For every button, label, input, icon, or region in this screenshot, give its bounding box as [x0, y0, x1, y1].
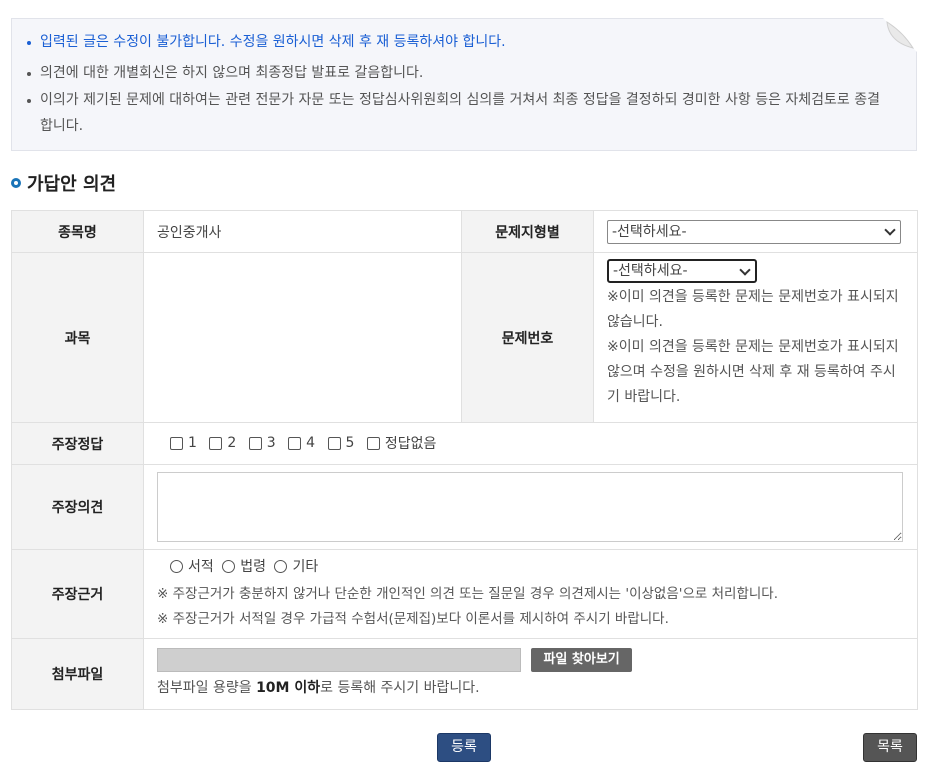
radio-button[interactable] — [222, 560, 236, 574]
basis-option-book[interactable]: 서적 — [170, 554, 214, 580]
question-type-label: 문제지형별 — [461, 210, 594, 253]
question-no-note: ※이미 의견을 등록한 문제는 문제번호가 표시되지 않으며 수정을 원하시면 … — [607, 339, 899, 405]
radio-button[interactable] — [170, 560, 183, 574]
notice-item: 입력된 글은 수정이 불가합니다. 수정을 원하시면 삭제 후 재 등록하셔야 … — [26, 29, 916, 56]
basis-note: ※ 주장근거가 서적일 경우 가급적 수험서(문제집)보다 이론서를 제시하여 … — [157, 611, 669, 628]
checkbox[interactable] — [327, 436, 341, 450]
answer-option-2[interactable]: 2 — [209, 435, 236, 451]
section-title: 가답안 의견 — [11, 170, 116, 196]
submit-button[interactable]: 등록 — [437, 733, 491, 762]
notice-item: 이의가 제기된 문제에 대하여는 관련 전문가 자문 또는 정답심사위원회의 심… — [26, 87, 916, 139]
chevron-down-icon — [884, 223, 896, 236]
checkbox[interactable] — [248, 436, 262, 450]
ring-bullet-icon — [11, 178, 21, 188]
notice-box: 입력된 글은 수정이 불가합니다. 수정을 원하시면 삭제 후 재 등록하셔야 … — [11, 18, 917, 151]
attach-label: 첨부파일 — [11, 638, 144, 710]
file-browse-button[interactable]: 파일 찾아보기 — [531, 647, 632, 672]
subject-label: 종목명 — [11, 210, 144, 253]
checkbox[interactable] — [288, 436, 302, 450]
checkbox[interactable] — [366, 436, 380, 450]
course-value — [143, 252, 462, 423]
basis-option-etc[interactable]: 기타 — [274, 554, 318, 580]
claim-answer-label: 주장정답 — [11, 422, 144, 465]
notice-item: 의견에 대한 개별회신은 하지 않으며 최종정답 발표로 갈음합니다. — [26, 60, 916, 87]
answer-option-3[interactable]: 3 — [248, 435, 276, 451]
file-path-field[interactable] — [157, 647, 521, 672]
basis-option-law[interactable]: 법령 — [222, 554, 266, 580]
question-type-select[interactable]: -선택하세요- — [607, 219, 901, 244]
basis-note: ※ 주장근거가 충분하지 않거나 단순한 개인적인 의견 또는 질문일 경우 의… — [157, 586, 778, 603]
list-button[interactable]: 목록 — [863, 733, 917, 762]
claim-opinion-label: 주장의견 — [11, 464, 144, 550]
course-label: 과목 — [11, 252, 144, 423]
claim-basis-label: 주장근거 — [11, 549, 144, 639]
radio-button[interactable] — [274, 560, 288, 574]
answer-option-1[interactable]: 1 — [170, 435, 197, 451]
chevron-down-icon — [739, 264, 751, 276]
checkbox[interactable] — [170, 436, 183, 450]
opinion-form: 종목명 공인중개사 문제지형별 -선택하세요- 과목 문제번호 -선택하세요- … — [11, 210, 918, 710]
question-no-select[interactable]: -선택하세요- — [607, 259, 757, 283]
attach-note: 첨부파일 용량을 10M 이하로 등록해 주시기 바랍니다. — [157, 679, 480, 696]
answer-option-5[interactable]: 5 — [327, 435, 354, 451]
checkbox[interactable] — [209, 436, 223, 450]
question-no-note: ※이미 의견을 등록한 문제는 문제번호가 표시되지 않습니다. — [607, 289, 899, 330]
section-title-text: 가답안 의견 — [27, 174, 117, 195]
answer-option-4[interactable]: 4 — [288, 435, 315, 451]
answer-option-none[interactable]: 정답없음 — [366, 433, 436, 453]
subject-value: 공인중개사 — [143, 210, 462, 253]
question-no-label: 문제번호 — [461, 252, 594, 423]
opinion-textarea[interactable] — [157, 472, 903, 542]
